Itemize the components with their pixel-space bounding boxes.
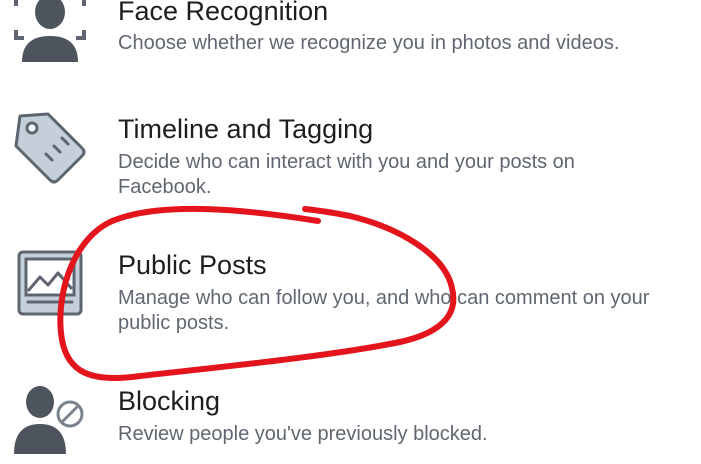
settings-item-title: Public Posts	[118, 250, 267, 280]
settings-item-description: Choose whether we recognize you in photo…	[118, 32, 620, 54]
settings-item-description: Review people you've previously blocked.	[118, 423, 488, 445]
face-recognition-icon	[14, 0, 86, 62]
settings-item-description: Manage who can follow you, and who can c…	[118, 287, 650, 334]
public-posts-icon	[17, 250, 83, 316]
settings-item-description: Decide who can interact with you and you…	[118, 151, 575, 198]
settings-item-title: Blocking	[118, 386, 221, 416]
settings-item-blocking[interactable]: Blocking Review people you've previously…	[0, 372, 701, 464]
settings-item-timeline-and-tagging[interactable]: Timeline and Tagging Decide who can inte…	[0, 100, 701, 210]
tag-icon	[14, 112, 86, 184]
settings-item-face-recognition[interactable]: Face Recognition Choose whether we recog…	[0, 0, 701, 90]
settings-item-title: Face Recognition	[118, 0, 329, 26]
settings-item-public-posts[interactable]: Public Posts Manage who can follow you, …	[0, 236, 701, 346]
blocking-icon	[14, 386, 84, 454]
settings-item-title: Timeline and Tagging	[118, 114, 374, 144]
